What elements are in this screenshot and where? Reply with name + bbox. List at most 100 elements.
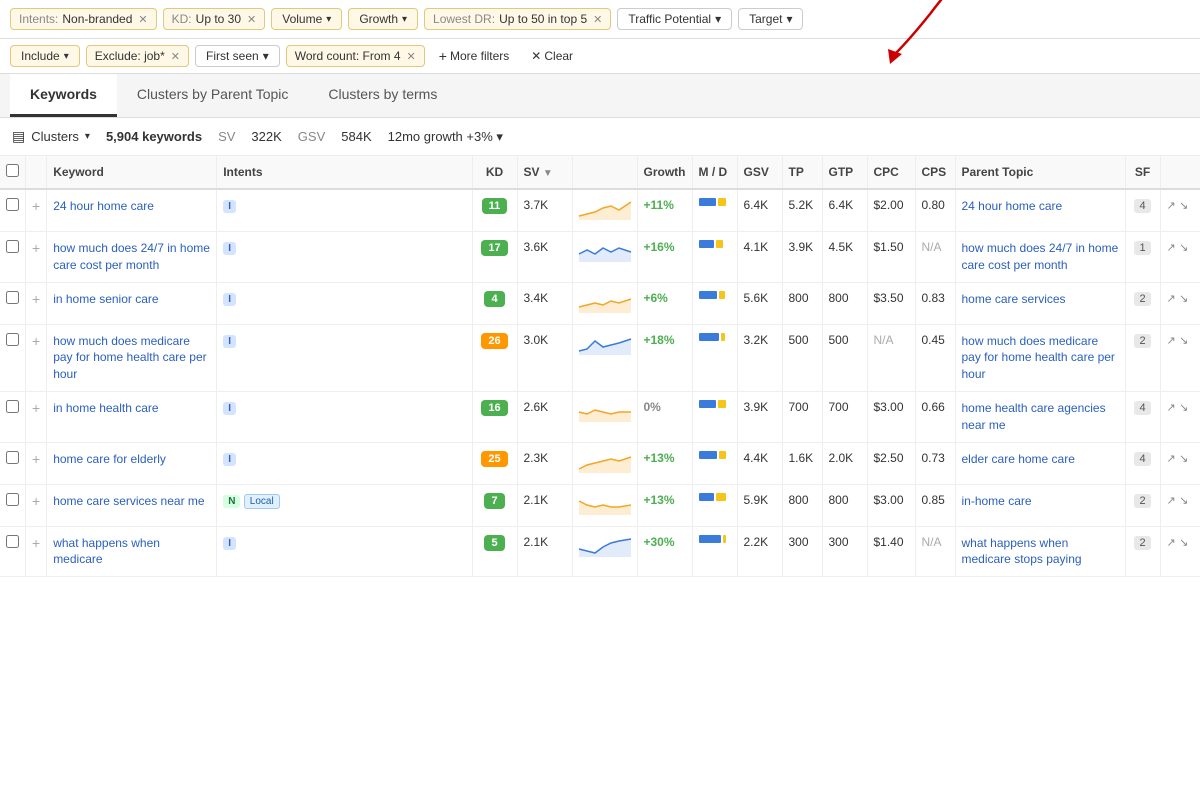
trend-down-icon[interactable]: ↘ [1179,242,1188,254]
plus-icon[interactable]: + [32,333,40,349]
row-checkbox-cell[interactable] [0,232,26,283]
trend-cell[interactable]: ↗ ↘ [1160,282,1200,324]
trend-cell[interactable]: ↗ ↘ [1160,442,1200,484]
keyword-link[interactable]: what happens when medicare [53,536,160,567]
row-add-cell[interactable]: + [26,324,47,391]
parent-link[interactable]: elder care home care [962,452,1075,466]
parent-link[interactable]: how much does medicare pay for home heal… [962,334,1115,382]
filter-word-count[interactable]: Word count: From 4 ✕ [286,45,425,67]
parent-link[interactable]: what happens when medicare stops paying [962,536,1082,567]
trend-up-icon[interactable]: ↗ [1167,242,1176,254]
keyword-link[interactable]: home care services near me [53,494,204,508]
more-filters-button[interactable]: + More filters [431,45,518,67]
row-add-cell[interactable]: + [26,484,47,526]
trend-up-icon[interactable]: ↗ [1167,537,1176,549]
row-add-cell[interactable]: + [26,526,47,577]
growth-stat[interactable]: 12mo growth +3% ▾ [388,129,503,145]
more-filters-plus: + [439,48,447,64]
row-checkbox-cell[interactable] [0,526,26,577]
row-checkbox[interactable] [6,400,19,413]
row-checkbox[interactable] [6,493,19,506]
clear-button[interactable]: ✕ Clear [523,46,581,66]
filter-intents[interactable]: Intents: Non-branded ✕ [10,8,157,30]
keyword-link[interactable]: home care for elderly [53,452,166,466]
filter-intents-close[interactable]: ✕ [138,13,147,26]
row-checkbox-cell[interactable] [0,324,26,391]
filter-word-count-close[interactable]: ✕ [407,50,416,63]
keyword-link[interactable]: in home senior care [53,292,158,306]
filter-kd[interactable]: KD: Up to 30 ✕ [163,8,266,30]
parent-link[interactable]: home health care agencies near me [962,401,1106,432]
trend-cell[interactable]: ↗ ↘ [1160,484,1200,526]
row-checkbox-cell[interactable] [0,484,26,526]
filter-exclude-close[interactable]: ✕ [171,50,180,63]
row-checkbox-cell[interactable] [0,282,26,324]
row-checkbox[interactable] [6,451,19,464]
parent-link[interactable]: 24 hour home care [962,199,1063,213]
trend-up-icon[interactable]: ↗ [1167,453,1176,465]
trend-down-icon[interactable]: ↘ [1179,335,1188,347]
filter-growth[interactable]: Growth ▾ [348,8,418,30]
trend-cell[interactable]: ↗ ↘ [1160,232,1200,283]
tab-clusters-terms[interactable]: Clusters by terms [308,74,457,117]
trend-down-icon[interactable]: ↘ [1179,537,1188,549]
trend-up-icon[interactable]: ↗ [1167,293,1176,305]
plus-icon[interactable]: + [32,451,40,467]
plus-icon[interactable]: + [32,291,40,307]
filter-exclude[interactable]: Exclude: job* ✕ [86,45,189,67]
row-add-cell[interactable]: + [26,189,47,232]
row-checkbox[interactable] [6,333,19,346]
filter-volume[interactable]: Volume ▾ [271,8,342,30]
trend-up-icon[interactable]: ↗ [1167,495,1176,507]
keyword-link[interactable]: 24 hour home care [53,199,154,213]
trend-up-icon[interactable]: ↗ [1167,200,1176,212]
keyword-link[interactable]: how much does medicare pay for home heal… [53,334,206,382]
clusters-dropdown[interactable]: ▤ Clusters ▾ [12,128,90,145]
trend-up-icon[interactable]: ↗ [1167,335,1176,347]
tab-clusters-parent[interactable]: Clusters by Parent Topic [117,74,308,117]
trend-cell[interactable]: ↗ ↘ [1160,189,1200,232]
filter-lowest-dr-close[interactable]: ✕ [593,13,602,26]
row-checkbox-cell[interactable] [0,391,26,442]
filter-first-seen[interactable]: First seen ▾ [195,45,280,67]
row-add-cell[interactable]: + [26,232,47,283]
row-checkbox[interactable] [6,240,19,253]
plus-icon[interactable]: + [32,535,40,551]
filter-include[interactable]: Include ▾ [10,45,80,67]
select-all-checkbox[interactable] [6,164,19,177]
trend-down-icon[interactable]: ↘ [1179,495,1188,507]
tp-cell: 800 [782,282,822,324]
row-add-cell[interactable]: + [26,391,47,442]
col-header-sv[interactable]: SV ▼ [517,156,572,189]
filter-traffic-potential[interactable]: Traffic Potential ▾ [617,8,732,30]
row-add-cell[interactable]: + [26,282,47,324]
row-checkbox[interactable] [6,198,19,211]
col-header-check[interactable] [0,156,26,189]
row-add-cell[interactable]: + [26,442,47,484]
parent-link[interactable]: how much does 24/7 in home care cost per… [962,241,1119,272]
trend-down-icon[interactable]: ↘ [1179,453,1188,465]
trend-cell[interactable]: ↗ ↘ [1160,391,1200,442]
keyword-link[interactable]: how much does 24/7 in home care cost per… [53,241,210,272]
plus-icon[interactable]: + [32,240,40,256]
parent-link[interactable]: in-home care [962,494,1032,508]
plus-icon[interactable]: + [32,493,40,509]
trend-cell[interactable]: ↗ ↘ [1160,526,1200,577]
trend-down-icon[interactable]: ↘ [1179,293,1188,305]
plus-icon[interactable]: + [32,400,40,416]
row-checkbox[interactable] [6,535,19,548]
trend-up-icon[interactable]: ↗ [1167,402,1176,414]
row-checkbox[interactable] [6,291,19,304]
tab-keywords[interactable]: Keywords [10,74,117,117]
keyword-link[interactable]: in home health care [53,401,158,415]
parent-link[interactable]: home care services [962,292,1066,306]
trend-cell[interactable]: ↗ ↘ [1160,324,1200,391]
plus-icon[interactable]: + [32,198,40,214]
filter-kd-close[interactable]: ✕ [247,13,256,26]
trend-down-icon[interactable]: ↘ [1179,402,1188,414]
filter-target[interactable]: Target ▾ [738,8,803,30]
trend-down-icon[interactable]: ↘ [1179,200,1188,212]
row-checkbox-cell[interactable] [0,442,26,484]
filter-lowest-dr[interactable]: Lowest DR: Up to 50 in top 5 ✕ [424,8,611,30]
row-checkbox-cell[interactable] [0,189,26,232]
